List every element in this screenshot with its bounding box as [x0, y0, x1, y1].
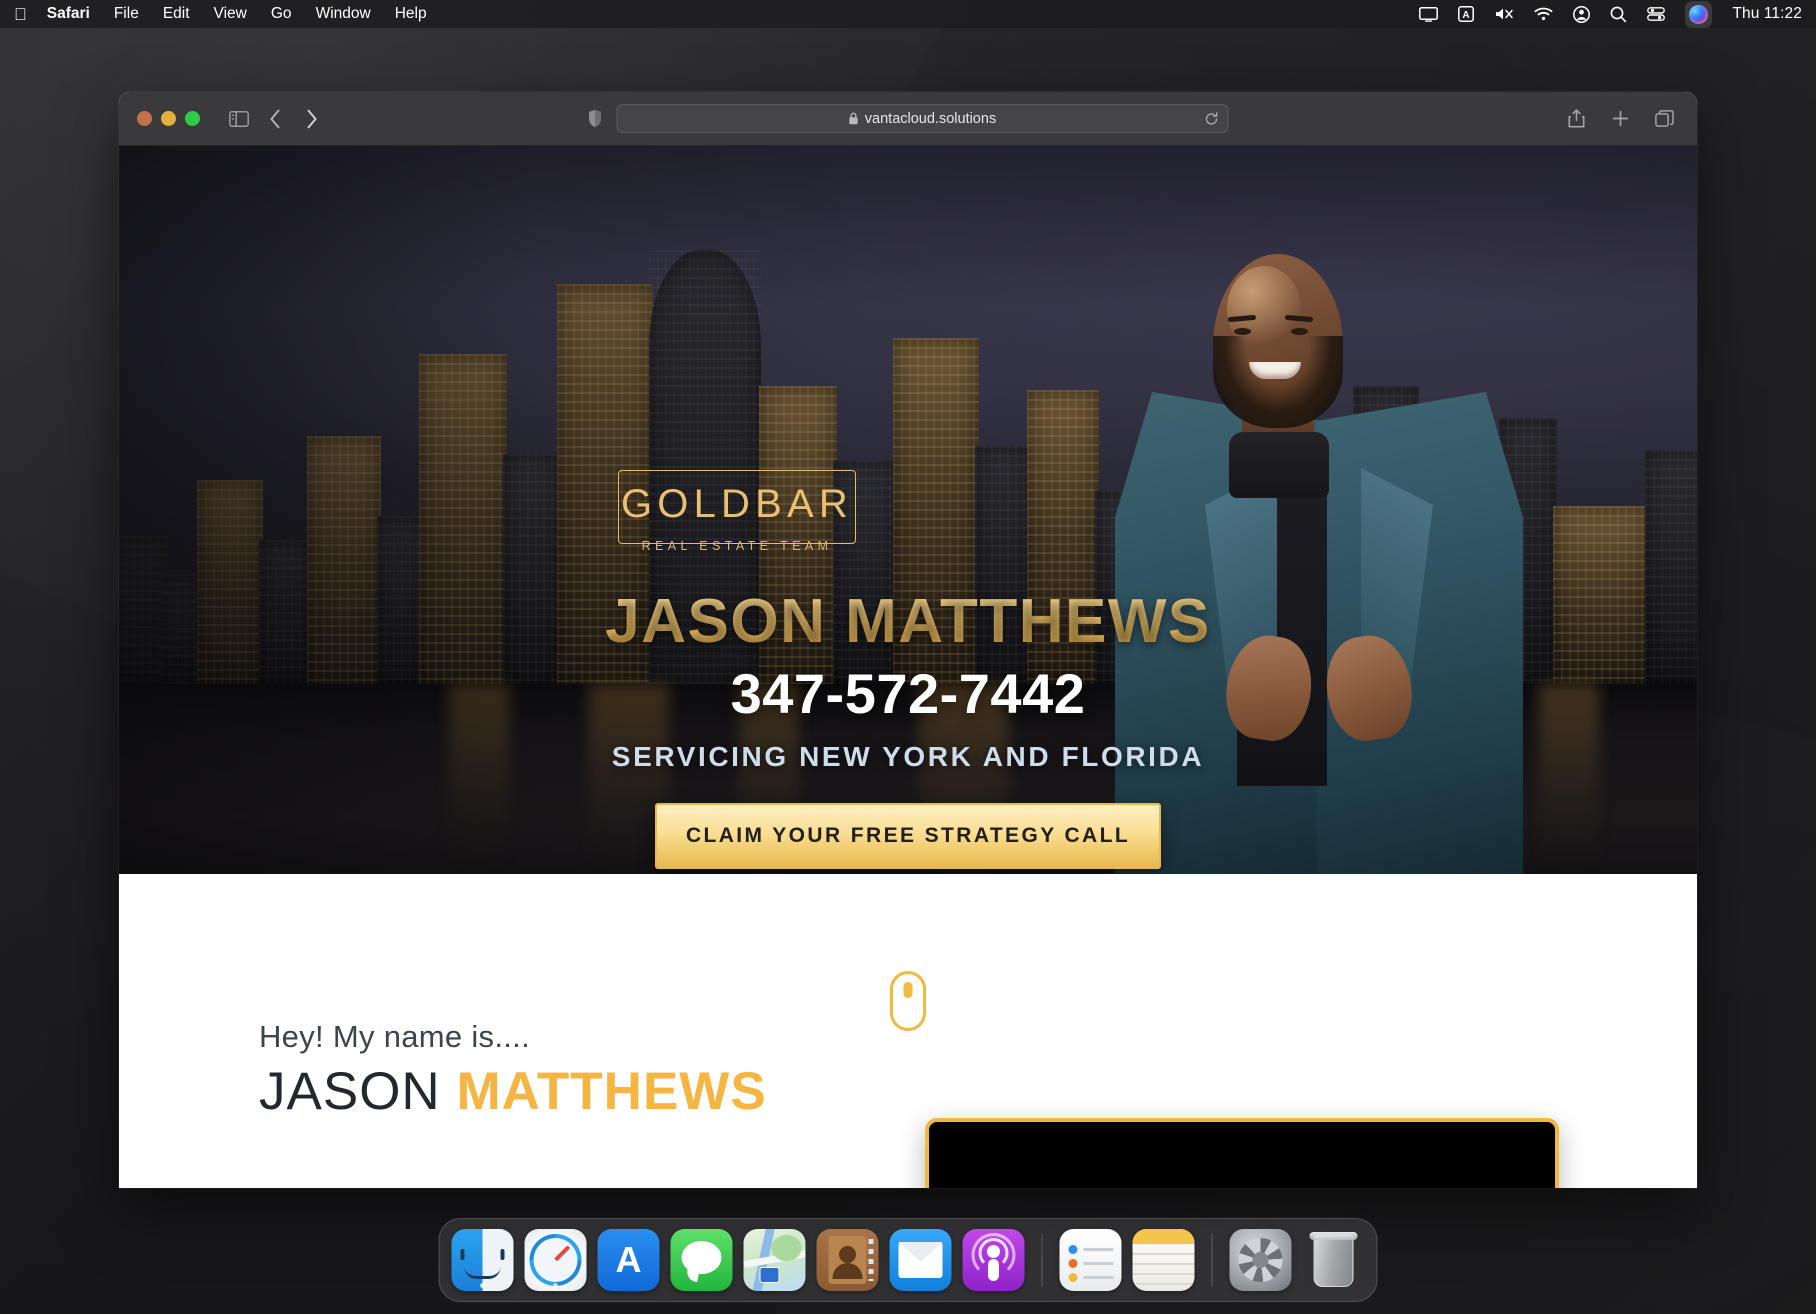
- menu-item-help[interactable]: Help: [395, 5, 427, 23]
- dock-item-maps[interactable]: [743, 1229, 806, 1291]
- dock-separator: [1211, 1234, 1213, 1286]
- dock-item-messages[interactable]: [670, 1229, 733, 1291]
- dock-item-mail[interactable]: [889, 1229, 952, 1291]
- reload-icon[interactable]: [1205, 111, 1219, 126]
- intro-name-first: JASON: [259, 1062, 441, 1121]
- minimize-button[interactable]: [161, 111, 176, 126]
- menu-item-view[interactable]: View: [214, 5, 247, 23]
- dock-item-appstore[interactable]: A: [597, 1229, 660, 1291]
- menu-bar-items: Safari File Edit View Go Window Help: [47, 5, 427, 23]
- back-chevron-icon[interactable]: [260, 104, 290, 134]
- dock-item-reminders[interactable]: [1059, 1229, 1122, 1291]
- dock-item-safari[interactable]: [524, 1229, 587, 1291]
- address-bar-area: vantacloud.solutions: [588, 104, 1229, 133]
- safari-toolbar: vantacloud.solutions: [119, 92, 1697, 146]
- volume-muted-icon[interactable]: [1494, 6, 1514, 22]
- apple-logo-icon[interactable]: : [14, 6, 27, 23]
- dock: A: [438, 1218, 1378, 1302]
- toolbar-nav-group: [224, 104, 326, 134]
- menu-item-edit[interactable]: Edit: [163, 5, 190, 23]
- logo-wordmark: GOLDBAR: [620, 482, 853, 526]
- wifi-icon[interactable]: [1534, 7, 1553, 21]
- web-page-content: GOLDBAR REAL ESTATE TEAM JASON MATTHEWS …: [119, 146, 1697, 1188]
- menu-item-file[interactable]: File: [114, 5, 139, 23]
- client-list-signup-card: Join My Private Client List Full Name: [925, 1118, 1559, 1188]
- intro-text-block: Hey! My name is.... JASON MATTHEWS: [259, 1019, 767, 1122]
- scroll-down-indicator[interactable]: [890, 971, 926, 1031]
- maximize-button[interactable]: [185, 111, 200, 126]
- svg-text:A: A: [1463, 10, 1470, 21]
- user-account-icon[interactable]: [1573, 5, 1591, 23]
- tab-overview-icon[interactable]: [1649, 104, 1679, 134]
- menu-bar-status-area: A Thu 11:22: [1419, 0, 1802, 28]
- running-indicator: [480, 1283, 485, 1288]
- spotlight-search-icon[interactable]: [1610, 6, 1627, 23]
- hero-phone-number[interactable]: 347-572-7442: [119, 661, 1697, 726]
- menu-item-safari[interactable]: Safari: [47, 5, 90, 23]
- safari-window: vantacloud.solutions GOLDBAR REAL ESTATE…: [119, 92, 1697, 1188]
- dock-item-notes[interactable]: [1132, 1229, 1195, 1291]
- close-button[interactable]: [137, 111, 152, 126]
- plus-icon[interactable]: [1605, 104, 1635, 134]
- address-bar[interactable]: vantacloud.solutions: [616, 104, 1229, 133]
- dock-item-trash[interactable]: [1303, 1229, 1365, 1291]
- menu-bar:  Safari File Edit View Go Window Help A: [0, 0, 1816, 28]
- dock-item-podcasts[interactable]: [962, 1229, 1025, 1291]
- lock-icon: [849, 112, 859, 125]
- toolbar-actions-group: [1561, 104, 1679, 134]
- control-center-icon[interactable]: [1647, 7, 1666, 21]
- hero-subheadline: SERVICING NEW YORK AND FLORIDA: [611, 741, 1205, 772]
- siri-icon[interactable]: [1685, 0, 1713, 28]
- intro-greeting: Hey! My name is....: [259, 1019, 530, 1054]
- url-text: vantacloud.solutions: [864, 110, 997, 127]
- dock-separator: [1041, 1234, 1043, 1286]
- screen-mirroring-icon[interactable]: [1419, 6, 1439, 22]
- running-indicator: [553, 1283, 558, 1288]
- menu-item-window[interactable]: Window: [316, 5, 371, 23]
- menu-bar-clock[interactable]: Thu 11:22: [1732, 5, 1802, 23]
- intro-name-last: MATTHEWS: [456, 1062, 767, 1121]
- share-icon[interactable]: [1561, 104, 1591, 134]
- keyboard-input-icon[interactable]: A: [1458, 6, 1475, 22]
- forward-chevron-icon[interactable]: [296, 104, 326, 134]
- goldbar-logo: GOLDBAR REAL ESTATE TEAM: [618, 470, 856, 553]
- menu-item-go[interactable]: Go: [271, 5, 292, 23]
- dock-item-contacts[interactable]: [816, 1229, 879, 1291]
- intro-name: JASON MATTHEWS: [259, 1061, 767, 1122]
- hero-section: GOLDBAR REAL ESTATE TEAM JASON MATTHEWS …: [119, 146, 1697, 874]
- window-controls: [137, 111, 200, 126]
- hero-agent-name: JASON MATTHEWS: [119, 586, 1697, 657]
- dock-item-finder[interactable]: [451, 1229, 514, 1291]
- claim-strategy-call-button[interactable]: CLAIM YOUR FREE STRATEGY CALL: [655, 803, 1161, 869]
- sidebar-toggle-icon[interactable]: [224, 104, 254, 134]
- hero-content: GOLDBAR REAL ESTATE TEAM JASON MATTHEWS …: [119, 146, 1697, 874]
- logo-tagline: REAL ESTATE TEAM: [641, 539, 833, 553]
- dock-item-system-settings[interactable]: [1229, 1229, 1292, 1291]
- privacy-shield-icon[interactable]: [588, 109, 603, 128]
- scroll-indicator-dot: [903, 982, 913, 998]
